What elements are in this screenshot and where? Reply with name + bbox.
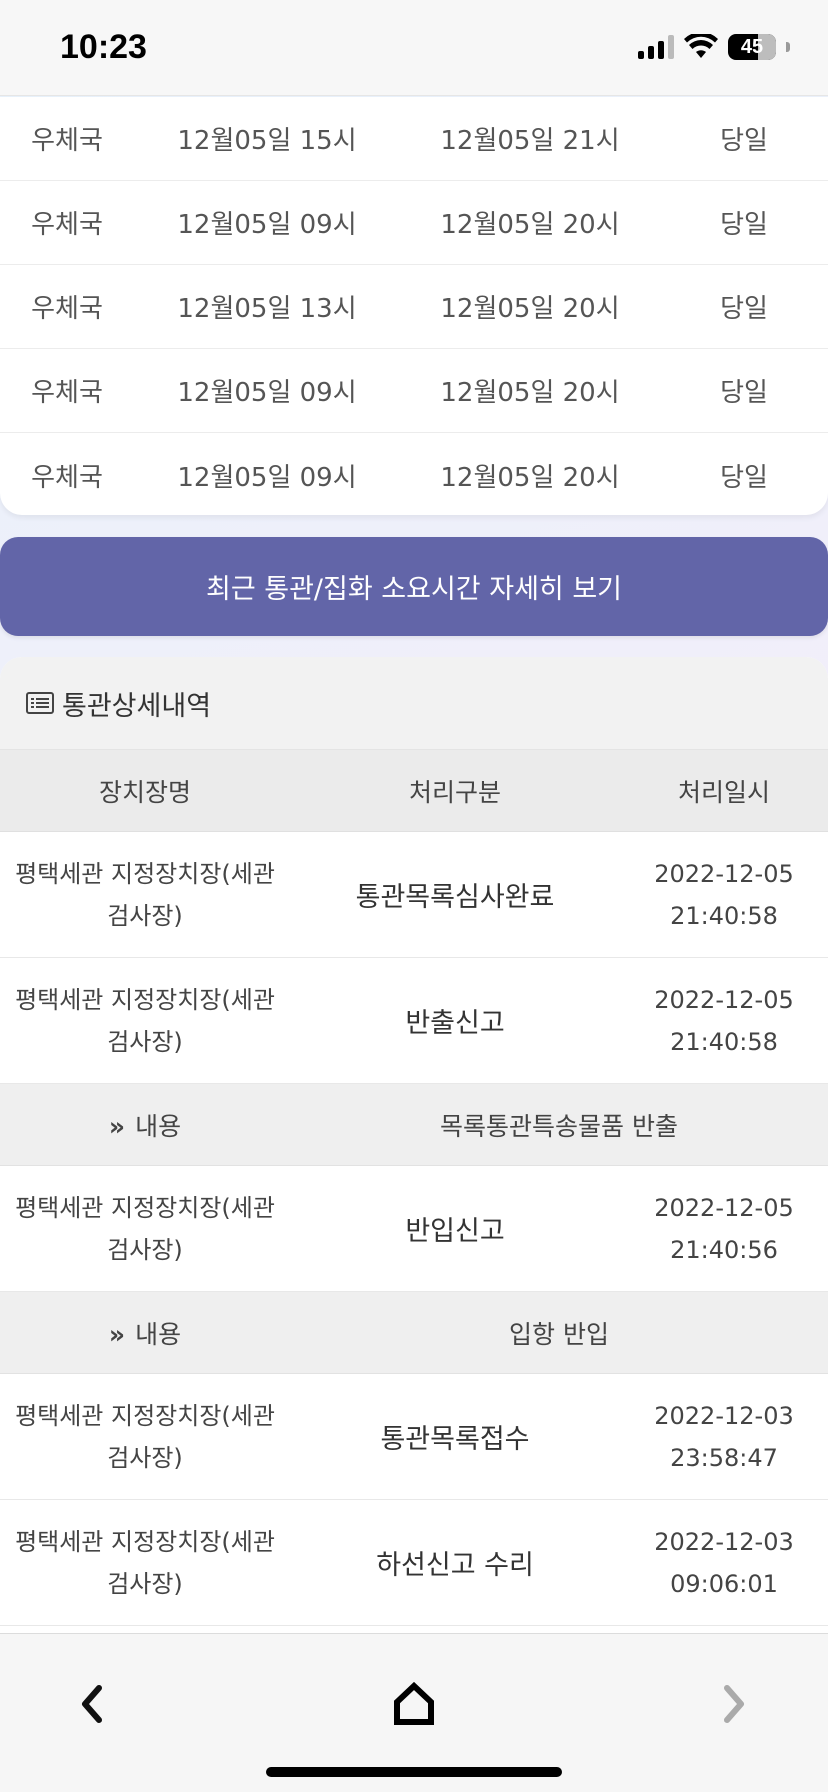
battery-cap	[786, 42, 790, 52]
location-cell: 평택세관 지정장치장(세관 검사장)	[15, 859, 275, 930]
column-header-datetime: 처리일시	[677, 777, 770, 807]
memo-label: » 내용	[0, 1315, 290, 1351]
end-time: 12월05일 20시	[440, 210, 620, 240]
type-cell: 통관목록심사완료	[355, 882, 555, 913]
cellular-signal-icon	[638, 35, 674, 59]
home-button[interactable]	[384, 1674, 444, 1734]
duration: 당일	[720, 378, 768, 408]
date-text: 2022-12-03	[654, 1401, 794, 1430]
memo-label-text: 내용	[135, 1319, 182, 1349]
forward-button[interactable]	[704, 1674, 764, 1734]
table-row: 평택세관 지정장치장(세관 검사장) 하선신고 수리 2022-12-03 09:06…	[0, 1500, 828, 1626]
datetime-cell: 2022-12-05 21:40:58	[620, 979, 828, 1063]
list-icon	[26, 692, 54, 714]
date-text: 2022-12-05	[654, 859, 794, 888]
memo-row: » 내용 목록통관특송물품 반출	[0, 1084, 828, 1166]
date-text: 2022-12-05	[654, 1193, 794, 1222]
location-cell: 평택세관 지정장치장(세관 검사장)	[15, 1193, 275, 1264]
start-time: 12월05일 09시	[177, 378, 357, 408]
memo-text: 입항 반입	[509, 1319, 609, 1349]
datetime-cell: 2022-12-03 23:58:47	[620, 1395, 828, 1479]
type-cell: 통관목록접수	[380, 1424, 530, 1455]
battery-icon: 45	[728, 34, 776, 60]
table-row: 평택세관 지정장치장(세관 검사장) 반출신고 2022-12-05 21:40:58	[0, 958, 828, 1084]
end-time: 12월05일 20시	[440, 462, 620, 493]
battery-level: 45	[740, 35, 764, 58]
carrier-row: 우체국 12월05일 09시 12월05일 20시 당일	[0, 349, 828, 433]
duration: 당일	[720, 210, 768, 240]
start-time: 12월05일 13시	[177, 294, 357, 324]
end-time: 12월05일 20시	[440, 294, 620, 324]
type-cell: 반입신고	[405, 1216, 505, 1247]
datetime-cell: 2022-12-05 21:40:58	[620, 853, 828, 937]
carrier-name: 우체국	[31, 294, 103, 324]
duration: 당일	[720, 126, 768, 156]
back-button[interactable]	[62, 1674, 122, 1734]
panel-title: 통관상세내역	[62, 690, 212, 722]
table-row: 평택세관 지정장치장(세관 검사장) 통관목록심사완료 2022-12-05 21:4…	[0, 832, 828, 958]
carrier-row: 우체국 12월05일 15시 12월05일 21시 당일	[0, 97, 828, 181]
type-cell: 하선신고 수리	[376, 1550, 534, 1581]
table-row: 평택세관 지정장치장(세관 검사장) 통관목록접수 2022-12-03 23:58:…	[0, 1374, 828, 1500]
memo-row: » 내용 입항 반입	[0, 1292, 828, 1374]
carrier-name: 우체국	[31, 210, 103, 240]
carrier-row: 우체국 12월05일 09시 12월05일 20시 당일	[0, 181, 828, 265]
end-time: 12월05일 21시	[440, 126, 620, 156]
memo-label-text: 내용	[135, 1111, 182, 1141]
carrier-summary-card: 우체국 12월05일 15시 12월05일 21시 당일 우체국 12월05일 09시 12…	[0, 97, 828, 515]
datetime-cell: 2022-12-03 09:06:01	[620, 1521, 828, 1605]
column-header-type: 처리구분	[408, 777, 501, 807]
chevron-right-icon	[724, 1685, 744, 1723]
end-time: 12월05일 20시	[440, 378, 620, 408]
status-time: 10:23	[60, 28, 147, 66]
carrier-name: 우체국	[31, 462, 103, 493]
view-recent-duration-button[interactable]: 최근 통관/집화 소요시간 자세히 보기	[0, 537, 828, 636]
location-cell: 평택세관 지정장치장(세관 검사장)	[15, 985, 275, 1056]
column-header-location: 장치장명	[98, 777, 191, 807]
start-time: 12월05일 09시	[177, 462, 357, 493]
time-text: 21:40:58	[670, 901, 778, 930]
status-icons: 45	[638, 34, 790, 60]
date-text: 2022-12-05	[654, 985, 794, 1014]
table-header: 장치장명 처리구분 처리일시	[0, 750, 828, 832]
home-icon	[394, 1682, 434, 1725]
double-chevron-icon: »	[108, 1319, 126, 1349]
datetime-cell: 2022-12-05 21:40:56	[620, 1187, 828, 1271]
chevron-left-icon	[82, 1685, 102, 1723]
time-text: 09:06:01	[670, 1569, 778, 1598]
memo-text: 목록통관특송물품 반출	[440, 1111, 678, 1141]
customs-detail-panel: 통관상세내역 장치장명 처리구분 처리일시 평택세관 지정장치장(세관 검사장)…	[0, 657, 828, 1657]
carrier-row: 우체국 12월05일 13시 12월05일 20시 당일	[0, 265, 828, 349]
location-cell: 평택세관 지정장치장(세관 검사장)	[15, 1527, 275, 1598]
time-text: 23:58:47	[670, 1443, 778, 1472]
home-indicator	[266, 1767, 562, 1777]
carrier-row: 우체국 12월05일 09시 12월05일 20시 당일	[0, 433, 828, 515]
date-text: 2022-12-03	[654, 1527, 794, 1556]
browser-toolbar	[0, 1633, 828, 1792]
start-time: 12월05일 09시	[177, 210, 357, 240]
records-list: 평택세관 지정장치장(세관 검사장) 통관목록심사완료 2022-12-05 21:4…	[0, 832, 828, 1626]
duration: 당일	[720, 462, 768, 493]
panel-header: 통관상세내역	[0, 657, 828, 750]
carrier-name: 우체국	[31, 378, 103, 408]
status-bar: 10:23 45	[0, 0, 828, 96]
table-row: 평택세관 지정장치장(세관 검사장) 반입신고 2022-12-05 21:40:56	[0, 1166, 828, 1292]
time-text: 21:40:58	[670, 1027, 778, 1056]
start-time: 12월05일 15시	[177, 126, 357, 156]
type-cell: 반출신고	[405, 1008, 505, 1039]
carrier-name: 우체국	[31, 126, 103, 156]
time-text: 21:40:56	[670, 1235, 778, 1264]
wifi-icon	[684, 34, 718, 58]
duration: 당일	[720, 294, 768, 324]
double-chevron-icon: »	[108, 1111, 126, 1141]
location-cell: 평택세관 지정장치장(세관 검사장)	[15, 1401, 275, 1472]
memo-label: » 내용	[0, 1107, 290, 1143]
